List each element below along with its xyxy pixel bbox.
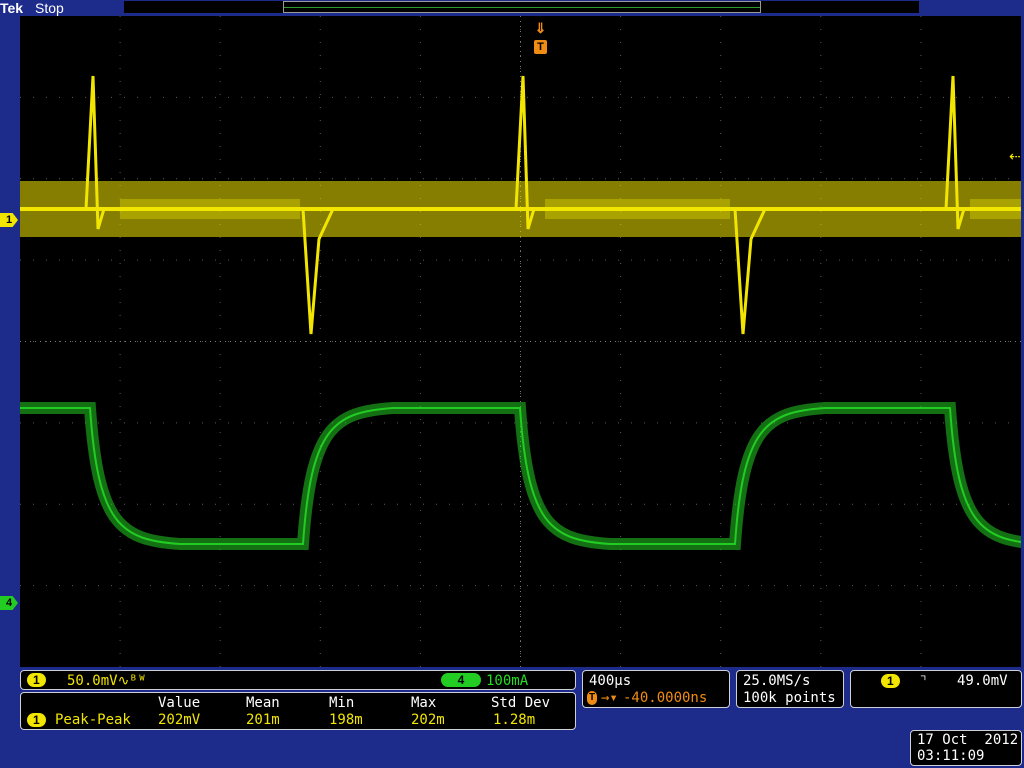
acquisition-readout[interactable]: 25.0MS/s 100k points [736, 670, 844, 708]
measurement-panel[interactable]: Value Mean Min Max Std Dev 1 Peak-Peak 2… [20, 692, 576, 730]
trigger-readout[interactable]: 1 ⌝ 49.0mV [850, 670, 1022, 708]
trigger-position-badge: T [587, 691, 598, 705]
measurement-name: Peak-Peak [55, 712, 131, 728]
ch4-badge: 4 [441, 673, 481, 687]
time-per-division: 400µs [589, 673, 632, 689]
waveform-display[interactable]: ⇓ T [20, 16, 1021, 667]
measurement-stddev: 1.28m [493, 712, 536, 728]
trigger-position-arrow-icon[interactable]: ⇓ [534, 18, 547, 38]
trigger-position-marker[interactable]: T [534, 40, 547, 54]
trigger-level: 49.0mV [957, 673, 1008, 689]
measurement-header-mean: Mean [246, 695, 280, 711]
date: 17 Oct 2012 [917, 732, 1019, 748]
ch1-badge: 1 [27, 673, 46, 687]
ch1-scale: 50.0mV∿ᴮᵂ [67, 673, 147, 689]
falling-edge-icon: ⌝ [919, 673, 928, 689]
ch1-settled-segment [545, 199, 730, 219]
trigger-level-arrow-icon[interactable]: ⇠ [1009, 148, 1021, 164]
top-status-bar: Tek Stop [0, 0, 1024, 16]
timebase-readout[interactable]: 400µs T →▾ -40.0000ns [582, 670, 730, 708]
ch1-settled-segment [120, 199, 300, 219]
trigger-delay-arrow-icon: →▾ [601, 690, 618, 706]
measurement-source-badge: 1 [27, 713, 46, 727]
ch1-settled-segment [970, 199, 1021, 219]
trigger-source-badge: 1 [881, 674, 900, 688]
datetime-readout: 17 Oct 2012 03:11:09 [910, 730, 1022, 766]
measurement-mean: 201m [246, 712, 280, 728]
acquisition-status: Stop [35, 0, 64, 16]
ch4-scale: 100mA [486, 673, 529, 689]
measurement-value: 202mV [158, 712, 201, 728]
measurement-header-max: Max [411, 695, 437, 711]
measurement-max: 202m [411, 712, 445, 728]
measurement-header-value: Value [158, 695, 201, 711]
record-view-trace [284, 7, 760, 8]
record-length: 100k points [743, 690, 836, 706]
ch1-ground-marker[interactable]: 1 [0, 213, 18, 227]
measurement-min: 198m [329, 712, 363, 728]
channel-readout[interactable]: 1 50.0mV∿ᴮᵂ 4 100mA [20, 670, 576, 690]
time: 03:11:09 [917, 748, 985, 764]
horizontal-position: -40.0000ns [623, 690, 708, 706]
graticule [20, 16, 1021, 667]
measurement-header-min: Min [329, 695, 355, 711]
brand-logo: Tek [0, 0, 24, 16]
ch4-ground-marker[interactable]: 4 [0, 596, 18, 610]
sample-rate: 25.0MS/s [743, 673, 811, 689]
measurement-header-stddev: Std Dev [491, 695, 551, 711]
